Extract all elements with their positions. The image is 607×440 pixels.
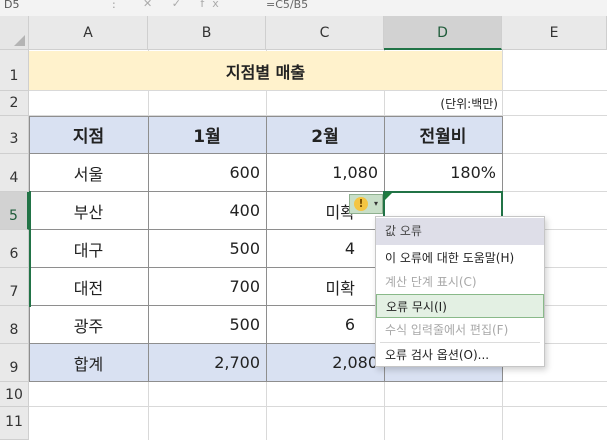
gridline [29, 90, 607, 91]
header-jan[interactable]: 1월 [148, 116, 266, 153]
cell-jan[interactable]: 600 [148, 154, 266, 191]
menu-item-help[interactable]: 이 오류에 대한 도움말(H) [376, 246, 544, 270]
cell-feb[interactable]: 6 [266, 306, 384, 343]
total-label[interactable]: 합계 [29, 344, 148, 381]
formula-bar: D5 : ✕ ✓ fx =C5/B5 [0, 0, 607, 17]
row-header-10[interactable]: 10 [0, 382, 29, 407]
name-box[interactable]: D5 [4, 0, 19, 10]
row-header-2[interactable]: 2 [0, 91, 29, 116]
column-header-a[interactable]: A [29, 16, 148, 50]
cell-feb[interactable]: 1,080 [266, 154, 384, 191]
cell-feb[interactable]: 미확 [266, 268, 384, 305]
row-header-3[interactable]: 3 [0, 116, 29, 154]
unit-label[interactable]: (단위:백만) [384, 91, 502, 115]
gridline [29, 406, 607, 407]
cell-branch[interactable]: 서울 [29, 154, 148, 191]
menu-item-edit-in-formula-bar[interactable]: 수식 입력줄에서 편집(F) [376, 318, 544, 342]
error-indicator-icon [385, 193, 392, 200]
column-header-d[interactable]: D [384, 16, 502, 50]
select-all-triangle-icon [14, 35, 25, 46]
sheet-title[interactable]: 지점별 매출 [29, 51, 502, 90]
column-header-c[interactable]: C [266, 16, 384, 50]
cell-branch[interactable]: 대전 [29, 268, 148, 305]
cell-jan[interactable]: 700 [148, 268, 266, 305]
menu-item-show-calc-steps[interactable]: 계산 단계 표시(C) [376, 270, 544, 294]
name-box-separator: : [112, 0, 116, 11]
header-feb[interactable]: 2월 [266, 116, 384, 153]
menu-heading: 값 오류 [376, 218, 544, 245]
select-all-button[interactable] [0, 16, 29, 50]
cell-jan[interactable]: 500 [148, 306, 266, 343]
row-header-1[interactable]: 1 [0, 50, 29, 91]
cell-feb[interactable]: 4 [266, 230, 384, 267]
cell-mom[interactable]: 180% [384, 154, 502, 191]
formula-input[interactable]: =C5/B5 [266, 0, 308, 10]
cell-branch[interactable]: 광주 [29, 306, 148, 343]
row-header-7[interactable]: 7 [0, 268, 29, 306]
total-jan[interactable]: 2,700 [148, 344, 266, 381]
error-options-button[interactable]: ! ▾ [349, 194, 383, 214]
cell-jan[interactable]: 400 [148, 192, 266, 229]
error-context-menu: 값 오류 이 오류에 대한 도움말(H) 계산 단계 표시(C) 오류 무시(I… [375, 216, 545, 367]
row-header-11[interactable]: 11 [0, 407, 29, 440]
selection-edge [29, 191, 31, 307]
total-feb[interactable]: 2,080 [266, 344, 384, 381]
warning-icon: ! [354, 197, 368, 211]
header-mom[interactable]: 전월비 [384, 116, 502, 153]
column-header-e[interactable]: E [502, 16, 607, 50]
cell-jan[interactable]: 500 [148, 230, 266, 267]
menu-item-ignore-error[interactable]: 오류 무시(I) [376, 294, 544, 318]
menu-item-error-check-options[interactable]: 오류 검사 옵션(O)... [376, 343, 544, 367]
row-header-9[interactable]: 9 [0, 344, 29, 382]
cell-branch[interactable]: 부산 [29, 192, 148, 229]
row-header-5[interactable]: 5 [0, 192, 29, 230]
chevron-down-icon: ▾ [373, 199, 378, 208]
row-header-6[interactable]: 6 [0, 230, 29, 268]
table-border [266, 116, 267, 382]
formula-icons[interactable]: ✕ ✓ fx [143, 0, 227, 10]
table-border [148, 116, 149, 382]
row-header-8[interactable]: 8 [0, 306, 29, 344]
row-header-4[interactable]: 4 [0, 154, 29, 192]
column-header-b[interactable]: B [148, 16, 266, 50]
cell-branch[interactable]: 대구 [29, 230, 148, 267]
header-branch[interactable]: 지점 [29, 116, 148, 153]
